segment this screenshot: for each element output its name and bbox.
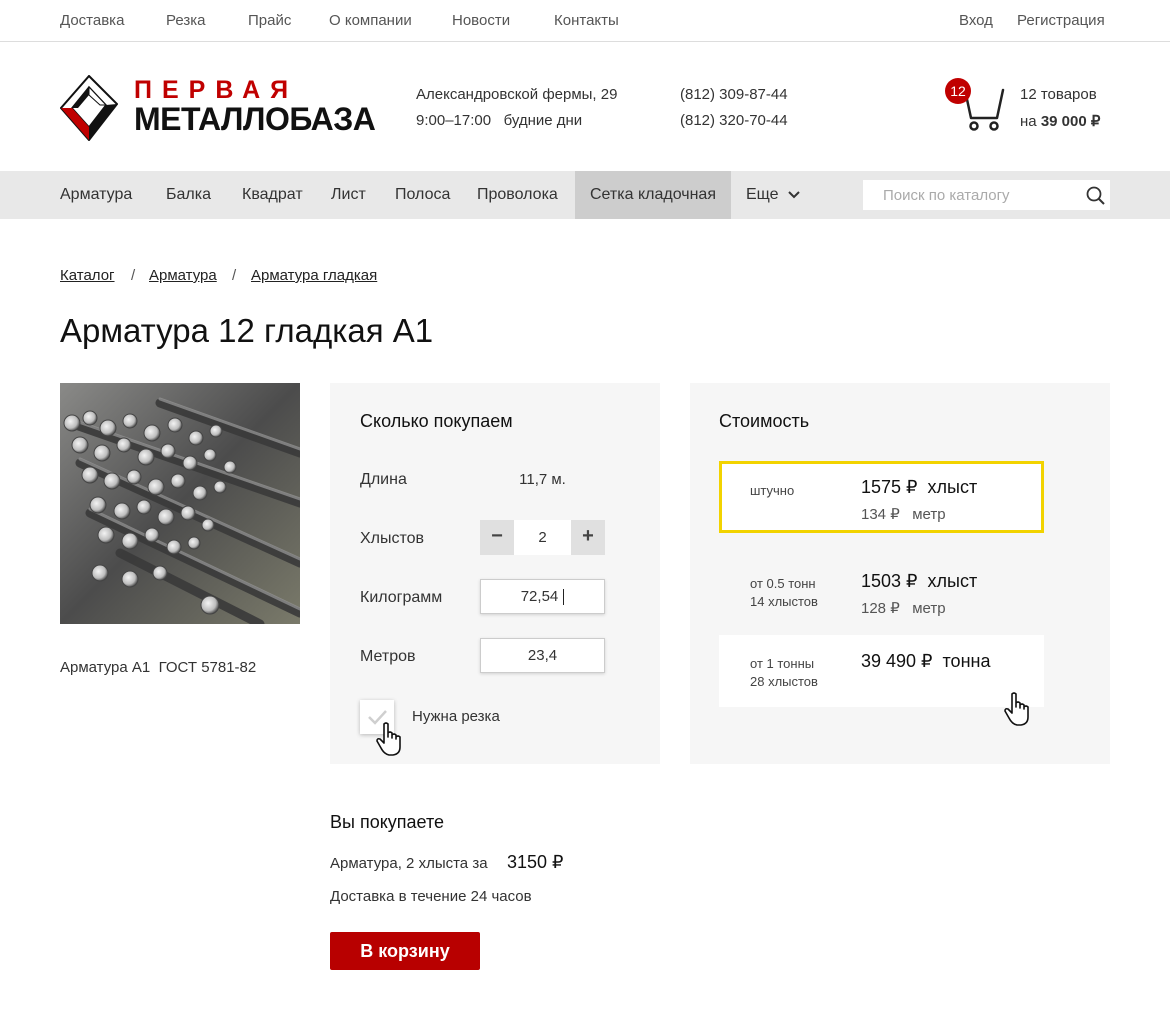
nav-item-provoloka[interactable]: Проволока [477,171,558,219]
chevron-down-icon [788,191,800,199]
working-hours: 9:00–17:00 будние дни [416,112,583,129]
kg-input[interactable]: 72,54 [480,579,605,614]
search-input[interactable] [863,180,1083,210]
nav-item-polosa[interactable]: Полоса [395,171,450,219]
meters-label: Метров [360,648,416,665]
product-image [60,383,300,624]
logo-text-top: ПЕРВАЯ [134,76,299,104]
phone-2[interactable]: (812) 320-70-44 [680,112,788,129]
tier-price: 39 490 ₽ тонна [861,651,991,671]
nav-item-setka[interactable]: Сетка кладочная [590,171,716,219]
search-box [863,180,1110,210]
cart-total: 39 000 ₽ [1040,113,1101,130]
topnav-about[interactable]: О компании [329,12,412,29]
register-link[interactable]: Регистрация [1017,12,1105,29]
breadcrumb-catalog[interactable]: Каталог [60,267,115,284]
meters-input[interactable]: 23,4 [480,638,605,673]
add-to-cart-button[interactable]: В корзину [330,932,480,970]
catalog-nav: Арматура Балка Квадрат Лист Полоса Прово… [0,171,1170,219]
breadcrumb-separator: / [131,267,136,284]
topnav-price[interactable]: Прайс [248,12,291,29]
tier-label: от 0.5 тонн 14 хлыстов [750,576,818,609]
price-tier-one-ton[interactable]: от 1 тонны 28 хлыстов 39 490 ₽ тонна [719,635,1044,707]
quantity-title: Сколько покупаем [360,411,513,431]
pieces-label: Хлыстов [360,530,425,547]
breadcrumb-armatura[interactable]: Арматура [149,267,217,284]
tier-price: 1503 ₽ хлыст [861,571,978,591]
tier-sub-price: 128 ₽ метр [861,600,946,617]
delivery-info: Доставка в течение 24 часов [330,888,532,905]
topnav-news[interactable]: Новости [452,12,510,29]
purchase-title: Вы покупаете [330,812,445,832]
increment-button[interactable]: + [571,520,605,555]
pieces-stepper: − 2 + [480,520,605,555]
text-caret [563,589,565,606]
decrement-button[interactable]: − [480,520,514,555]
nav-item-armatura[interactable]: Арматура [60,171,132,219]
length-value: 11,7 м. [519,471,566,488]
logo-main-label: МЕТАЛЛОБАЗА [134,101,376,137]
price-tier-half-ton[interactable]: от 0.5 тонн 14 хлыстов 1503 ₽ хлыст 128 … [719,555,1044,625]
cart-count-badge: 12 [945,78,971,104]
cart-total-prefix: на [1020,113,1037,130]
kg-label: Килограмм [360,589,443,606]
phone-1[interactable]: (812) 309-87-44 [680,86,788,103]
purchase-total: 3150 ₽ [507,852,564,872]
cart-items-count[interactable]: 12 товаров [1020,86,1097,103]
topnav-contacts[interactable]: Контакты [554,12,619,29]
top-bar: Доставка Резка Прайс О компании Новости … [0,0,1170,42]
hand-cursor-icon [376,722,401,756]
topnav-delivery[interactable]: Доставка [60,12,124,29]
quantity-panel: Сколько покупаем Длина 11,7 м. Хлыстов −… [330,383,660,764]
purchase-line: Арматура, 2 хлыста за [330,855,488,872]
login-link[interactable]: Вход [959,12,993,29]
price-tier-single[interactable]: штучно 1575 ₽ хлыст 134 ₽ метр [719,461,1044,533]
pricing-panel: Стоимость штучно 1575 ₽ хлыст 134 ₽ метр… [690,383,1110,764]
logo-text-main: МЕТАЛЛОБАЗА [134,101,376,137]
cutting-label[interactable]: Нужна резка [412,708,500,725]
logo-icon[interactable] [59,74,119,146]
nav-more-label: Еще [746,186,779,203]
breadcrumb-separator: / [232,267,237,284]
pieces-input[interactable]: 2 [514,520,571,555]
tier-label: от 1 тонны 28 хлыстов [750,656,818,689]
address: Александровской фермы, 29 [416,86,618,103]
tier-sub-price: 134 ₽ метр [861,506,946,523]
nav-item-list[interactable]: Лист [331,171,366,219]
hand-cursor-icon [1004,692,1029,726]
nav-item-balka[interactable]: Балка [166,171,211,219]
kg-value: 72,54 [520,588,559,605]
page-title: Арматура 12 гладкая А1 [60,312,434,349]
breadcrumb-armatura-smooth[interactable]: Арматура гладкая [251,267,377,284]
nav-item-kvadrat[interactable]: Квадрат [242,171,303,219]
pricing-title: Стоимость [719,411,810,431]
cart-total-line[interactable]: на 39 000 ₽ [1020,112,1100,130]
product-caption: Арматура А1 ГОСТ 5781-82 [60,659,257,676]
tier-price: 1575 ₽ хлыст [861,477,978,497]
length-label: Длина [360,471,407,488]
nav-item-more[interactable]: Еще [746,171,801,219]
tier-label: штучно [750,483,795,498]
search-icon[interactable] [1086,186,1105,205]
topnav-cutting[interactable]: Резка [166,12,205,29]
